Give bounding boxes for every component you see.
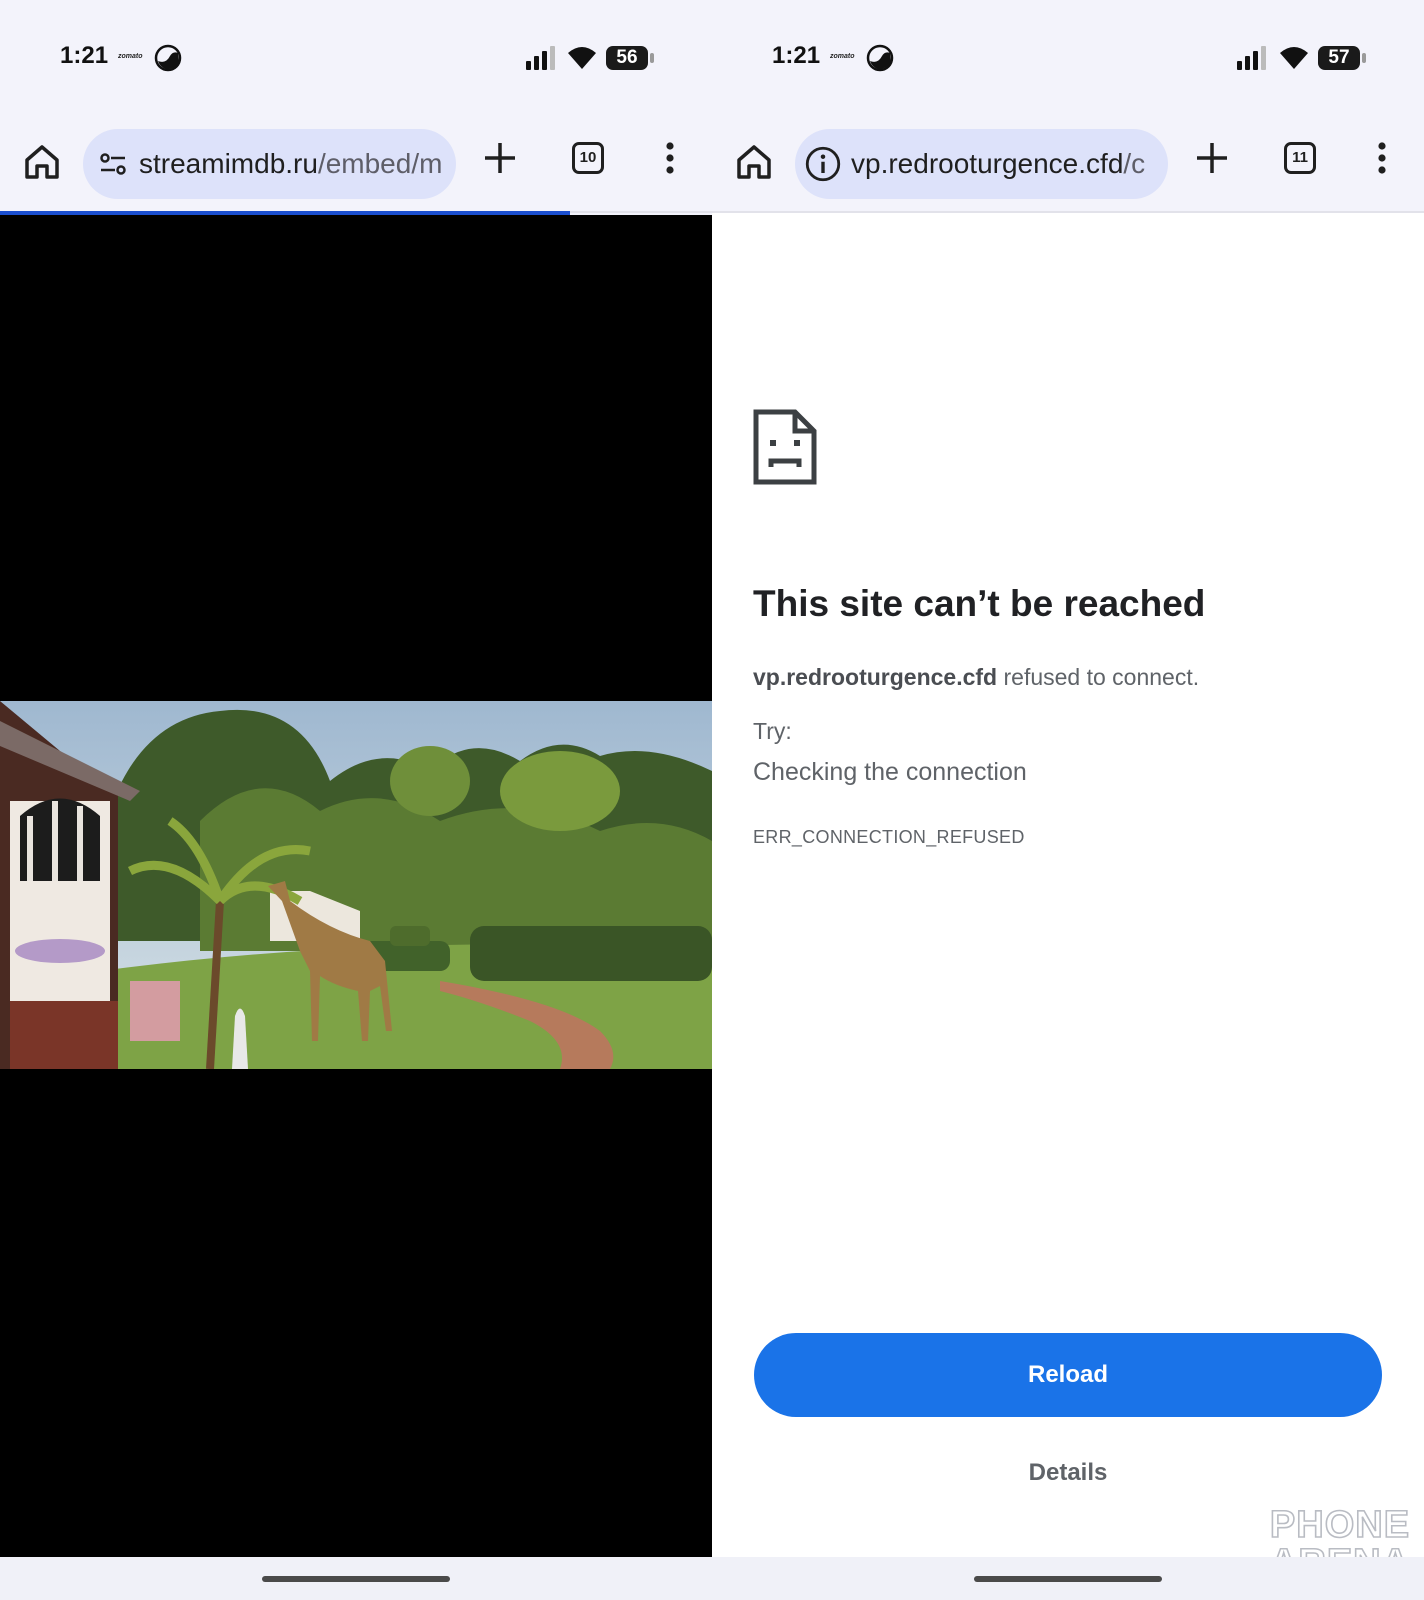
tab-switcher-button[interactable]: 10 [572, 142, 604, 174]
zomato-notification-icon: zomato [118, 53, 143, 60]
video-frame[interactable] [0, 701, 712, 1069]
address-bar[interactable]: vp.redrooturgence.cfd/c [795, 129, 1168, 199]
zomato-notification-icon: zomato [830, 53, 855, 60]
plus-icon[interactable] [1194, 140, 1230, 176]
battery-icon: 56 [606, 46, 654, 70]
info-icon[interactable] [805, 146, 841, 182]
url-host: vp.redrooturgence.cfd [851, 148, 1124, 179]
home-icon[interactable] [734, 142, 774, 182]
gesture-nav-bar [0, 1557, 712, 1600]
status-time: 1:21 [772, 42, 821, 69]
sad-page-icon [753, 409, 817, 485]
address-bar[interactable]: streamimdb.ru/embed/m [83, 129, 456, 199]
url-text[interactable]: vp.redrooturgence.cfd/c [851, 129, 1154, 199]
url-text[interactable]: streamimdb.ru/embed/m [139, 129, 442, 199]
right-phone-screen: 1:21 zomato 57 vp.redrooturgence.cfd/c 1… [712, 0, 1424, 1600]
signal-icon [1237, 46, 1266, 70]
gesture-nav-bar [712, 1557, 1424, 1600]
error-code: ERR_CONNECTION_REFUSED [753, 827, 1025, 847]
error-reason: refused to connect. [997, 664, 1200, 690]
wifi-icon [1280, 47, 1308, 69]
more-vert-icon[interactable] [1374, 140, 1390, 176]
error-host: vp.redrooturgence.cfd [753, 664, 998, 690]
video-player[interactable] [0, 215, 712, 1557]
signal-icon [526, 46, 555, 70]
status-bar: 1:21 zomato 57 [712, 0, 1424, 110]
tab-switcher-button[interactable]: 11 [1284, 142, 1316, 174]
svg-text:PHONE: PHONE [1270, 1504, 1410, 1546]
error-message: vp.redrooturgence.cfd refused to connect… [753, 664, 1199, 691]
left-phone-screen: 1:21 zomato 56 streamimdb.ru/embed/m 10 [0, 0, 712, 1600]
plus-icon[interactable] [482, 140, 518, 176]
status-bar: 1:21 zomato 56 [0, 0, 712, 110]
url-path: /c [1123, 148, 1146, 179]
home-icon[interactable] [22, 142, 62, 182]
url-path: /embed/m [317, 148, 442, 179]
tune-icon[interactable] [97, 148, 129, 180]
error-page: This site can’t be reached vp.redrooturg… [712, 213, 1424, 1577]
browser-toolbar: vp.redrooturgence.cfd/c 11 [712, 122, 1424, 208]
details-button[interactable]: Details [754, 1443, 1382, 1503]
moon-icon [154, 44, 182, 72]
moon-icon [866, 44, 894, 72]
battery-icon: 57 [1318, 46, 1366, 70]
home-gesture-pill[interactable] [974, 1576, 1162, 1582]
more-vert-icon[interactable] [662, 140, 678, 176]
suggestion-item: Checking the connection [753, 758, 1027, 786]
url-host: streamimdb.ru [139, 148, 318, 179]
status-time: 1:21 [60, 42, 109, 69]
battery-level: 57 [1318, 46, 1360, 70]
wifi-icon [568, 47, 596, 69]
error-title: This site can’t be reached [753, 583, 1206, 624]
reload-button[interactable]: Reload [754, 1333, 1382, 1417]
try-label: Try: [753, 718, 792, 744]
home-gesture-pill[interactable] [262, 1576, 450, 1582]
browser-toolbar: streamimdb.ru/embed/m 10 [0, 122, 712, 208]
battery-level: 56 [606, 46, 648, 70]
